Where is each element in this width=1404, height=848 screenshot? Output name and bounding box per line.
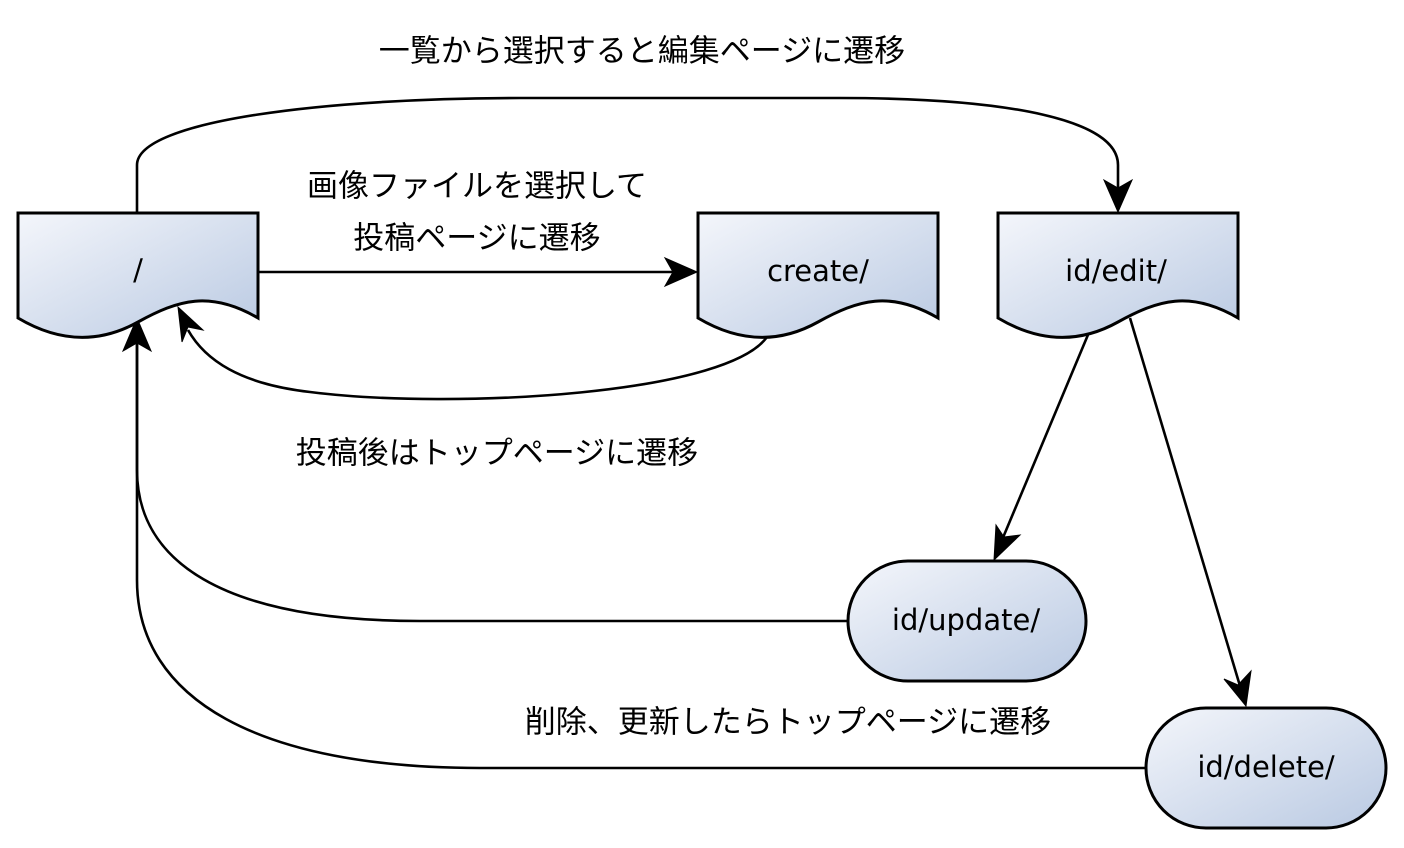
edge-label-select-image-line1: 画像ファイルを選択して: [307, 169, 647, 205]
edge-label-after-delete-update: 削除、更新したらトップページに遷移: [525, 705, 1051, 741]
node-update[interactable]: id/update/: [846, 559, 1088, 683]
node-create[interactable]: create/: [696, 211, 940, 339]
edge-edit-to-delete: [1128, 317, 1242, 687]
edge-update-to-root: [135, 340, 848, 623]
node-edit[interactable]: id/edit/: [996, 211, 1240, 339]
node-label-edit: id/edit/: [1065, 254, 1167, 288]
edge-label-after-post: 投稿後はトップページに遷移: [296, 436, 698, 472]
flow-diagram: / create/ id/edit/ id/update/ id/delete/…: [0, 0, 1404, 843]
edge-label-select-image-line2: 投稿ページに遷移: [353, 221, 600, 257]
node-label-update: id/update/: [892, 603, 1040, 637]
node-label-delete: id/delete/: [1197, 750, 1335, 784]
edge-label-select-to-edit: 一覧から選択すると編集ページに遷移: [379, 34, 905, 70]
node-label-root: /: [133, 253, 143, 287]
node-root[interactable]: /: [16, 211, 260, 339]
edge-create-to-root: [186, 329, 772, 401]
node-delete[interactable]: id/delete/: [1144, 706, 1388, 830]
arrowhead-create-to-root: [177, 305, 205, 343]
edge-edit-to-update: [1000, 329, 1092, 541]
node-label-create: create/: [767, 254, 869, 288]
diagram-canvas: / create/ id/edit/ id/update/ id/delete/…: [16, 34, 1388, 830]
